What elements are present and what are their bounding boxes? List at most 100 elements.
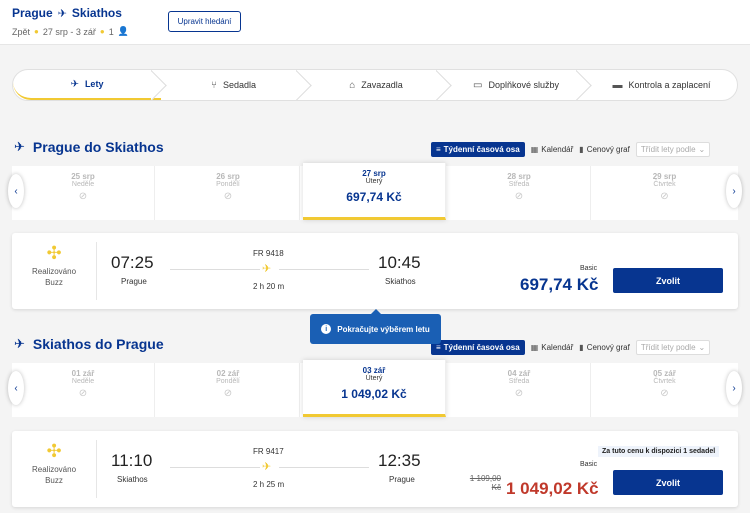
weekday-label: Středa — [508, 378, 530, 385]
calendar-button[interactable]: ▦ Kalendář — [531, 145, 574, 154]
chevron-right-icon: › — [732, 382, 736, 394]
no-flight-icon: ⊘ — [223, 388, 233, 399]
inbound-date-bar: ‹ 01 zář Neděle ⊘ 02 zář Pondělí ⊘ 03 zá… — [8, 360, 742, 417]
departure-time: 11:10 — [111, 451, 153, 470]
date-tab-selected[interactable]: 27 srp Úterý 697,74 Kč — [303, 163, 446, 220]
sort-dropdown[interactable]: Třídit lety podle ⌄ — [635, 142, 711, 157]
inbound-title-text: Skiathos do Prague — [32, 336, 164, 352]
weekday-label: Čtvrtek — [653, 378, 676, 385]
flight-number: FR 9418 — [253, 249, 284, 258]
luggage-icon: ⌂ — [349, 79, 356, 91]
sort-label: Třídit lety podle — [640, 145, 696, 154]
departure-city: Skiathos — [117, 475, 148, 484]
edit-search-button[interactable]: Upravit hledání — [168, 11, 241, 32]
fare-type: Basic — [580, 461, 598, 468]
date-label: 28 srp — [507, 172, 531, 181]
select-flight-button[interactable]: Zvolit — [613, 470, 723, 495]
inbound-view-controls: ≡ Týdenní časová osa ▦ Kalendář ▮ Cenový gr… — [431, 340, 711, 355]
services-icon: ▭ — [473, 79, 483, 91]
top-bar: Prague ✈ Skiathos Zpět ● 27 srp - 3 zář … — [0, 0, 750, 45]
outbound-date-bar: ‹ 25 srp Neděle ⊘ 26 srp Pondělí ⊘ 27 sr… — [8, 163, 742, 220]
step-extras[interactable]: ▭ Doplňkové služby — [446, 70, 586, 100]
operator-text: Realizováno Buzz — [26, 266, 82, 288]
next-week-button[interactable]: › — [726, 174, 742, 208]
arrival-time: 10:45 — [378, 253, 421, 272]
plane-icon: ✈ — [14, 336, 25, 351]
no-flight-icon: ⊘ — [514, 191, 524, 202]
weekday-label: Úterý — [365, 375, 383, 382]
no-flight-icon: ⊘ — [660, 388, 669, 399]
trip-type: Zpět — [12, 26, 31, 37]
destination-label: Skiathos — [71, 6, 122, 20]
sort-dropdown[interactable]: Třídit lety podle ⌄ — [635, 340, 711, 355]
calendar-label: Kalendář — [541, 145, 574, 154]
info-icon: i — [321, 324, 332, 334]
date-tab[interactable]: 04 zář Středa ⊘ — [448, 363, 591, 417]
date-label: 29 srp — [652, 172, 677, 181]
date-tab[interactable]: 26 srp Pondělí ⊘ — [157, 166, 300, 220]
step-label: Lety — [84, 79, 104, 89]
date-label: 26 srp — [216, 172, 240, 181]
date-tab[interactable]: 02 zář Pondělí ⊘ — [157, 363, 300, 417]
departure-time: 07:25 — [111, 253, 154, 272]
weekly-timeline-button[interactable]: ≡ Týdenní časová osa — [431, 340, 525, 355]
ryanair-harp-icon: ✣ — [46, 441, 62, 461]
no-flight-icon: ⊘ — [78, 191, 88, 202]
select-flight-button[interactable]: Zvolit — [613, 268, 723, 293]
step-luggage[interactable]: ⌂ Zavazadla — [306, 70, 446, 100]
flight-number: FR 9417 — [253, 447, 284, 456]
date-tab[interactable]: 01 zář Neděle ⊘ — [12, 363, 155, 417]
step-label: Sedadla — [222, 80, 257, 90]
weekday-label: Pondělí — [216, 378, 240, 385]
next-week-button[interactable]: › — [726, 371, 742, 405]
chevron-left-icon: ‹ — [14, 185, 18, 197]
continue-tooltip: i Pokračujte výběrem letu — [310, 309, 441, 344]
seat-icon: ⑂ — [210, 79, 217, 91]
price-graph-label: Cenový graf — [586, 145, 630, 154]
price-graph-button[interactable]: ▮ Cenový graf — [579, 145, 630, 154]
outbound-flight-card[interactable]: ✣ Realizováno Buzz 07:25 Prague FR 9418 ✈… — [12, 233, 738, 309]
tooltip-text: Pokračujte výběrem letu — [337, 324, 430, 334]
flight-price: 697,74 Kč — [520, 275, 599, 294]
outbound-view-controls: ≡ Týdenní časová osa ▦ Kalendář ▮ Cenový gr… — [431, 142, 711, 157]
prev-week-button[interactable]: ‹ — [8, 371, 24, 405]
operator-line1: Realizováno — [31, 465, 77, 474]
date-tab[interactable]: 28 srp Středa ⊘ — [448, 166, 591, 220]
availability-badge: Za tuto cenu k dispozici 1 sedadel — [598, 446, 720, 457]
chevron-down-icon: ⌄ — [698, 145, 706, 154]
step-flights[interactable]: ✈ Lety — [13, 70, 161, 100]
date-tab[interactable]: 05 zář Čtvrtek ⊘ — [593, 363, 736, 417]
calendar-icon: ▦ — [530, 343, 539, 352]
weekday-label: Neděle — [71, 378, 95, 385]
no-flight-icon: ⊘ — [514, 388, 524, 399]
calendar-button[interactable]: ▦ Kalendář — [531, 343, 574, 352]
weekday-label: Pondělí — [216, 181, 240, 188]
price-graph-button[interactable]: ▮ Cenový graf — [579, 343, 630, 352]
date-label: 27 srp — [362, 169, 386, 178]
outbound-title-text: Prague do Skiathos — [32, 139, 164, 155]
inbound-flight-card[interactable]: ✣ Realizováno Buzz 11:10 Skiathos FR 9417… — [12, 431, 738, 507]
operator-line2: Buzz — [45, 476, 63, 485]
date-price: 697,74 Kč — [346, 190, 402, 204]
bar-chart-icon: ▮ — [579, 343, 584, 352]
route-details: Zpět ● 27 srp - 3 zář ● 1 👤 — [12, 26, 129, 37]
operator-line1: Realizováno — [31, 267, 77, 276]
weekly-timeline-button[interactable]: ≡ Týdenní časová osa — [431, 142, 525, 157]
date-tab-selected[interactable]: 03 zář Úterý 1 049,02 Kč — [303, 360, 446, 417]
outbound-title: ✈ Prague do Skiathos — [14, 139, 164, 155]
separator-dot-icon: ● — [99, 27, 105, 36]
date-tab[interactable]: 29 srp Čtvrtek ⊘ — [593, 166, 736, 220]
weekday-label: Úterý — [365, 178, 383, 185]
operator-text: Realizováno Buzz — [26, 464, 82, 486]
sort-label: Třídit lety podle — [640, 343, 696, 352]
old-price-amount: 1 109,00 — [469, 474, 501, 483]
calendar-label: Kalendář — [541, 343, 574, 352]
ryanair-harp-icon: ✣ — [46, 243, 62, 263]
step-seats[interactable]: ⑂ Sedadla — [161, 70, 306, 100]
step-label: Doplňkové služby — [488, 80, 559, 90]
step-checkout[interactable]: ▬ Kontrola a zaplacení — [586, 70, 737, 100]
prev-week-button[interactable]: ‹ — [8, 174, 24, 208]
chevron-right-icon: › — [732, 185, 736, 197]
weekday-label: Neděle — [71, 181, 95, 188]
date-tab[interactable]: 25 srp Neděle ⊘ — [12, 166, 155, 220]
